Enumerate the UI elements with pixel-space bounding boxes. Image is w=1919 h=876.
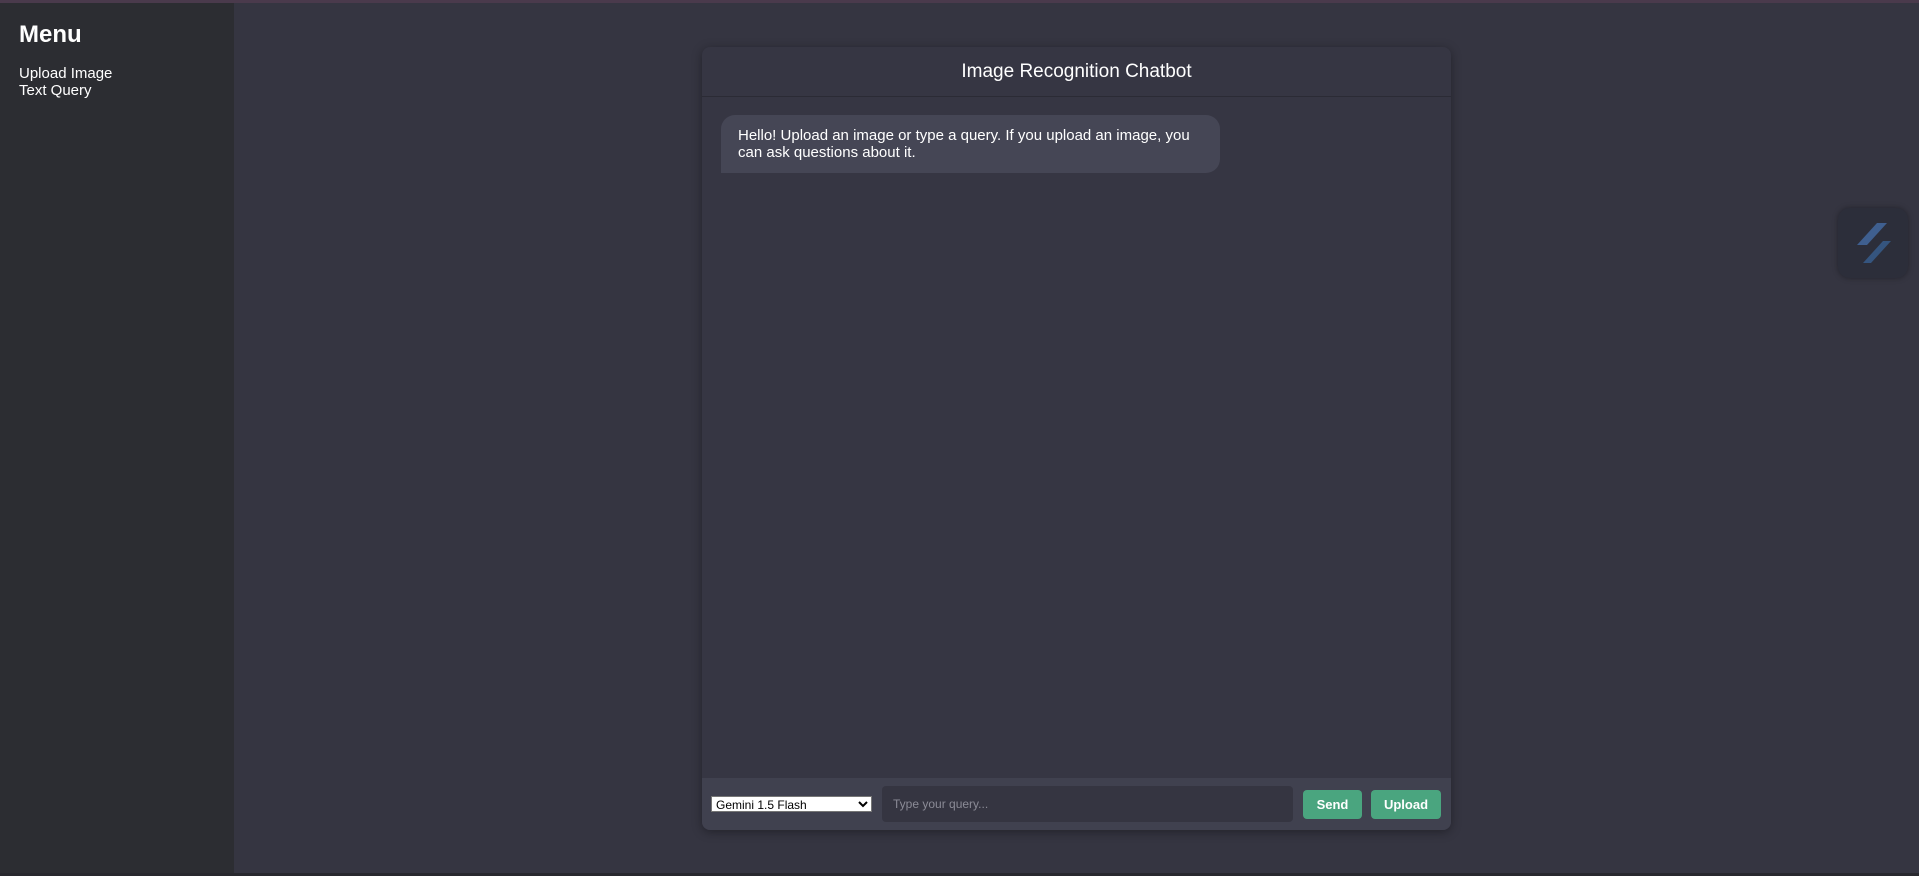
- model-select[interactable]: Gemini 1.5 Flash: [711, 796, 872, 812]
- query-input[interactable]: [882, 786, 1293, 822]
- chat-messages: Hello! Upload an image or type a query. …: [702, 97, 1451, 778]
- sidebar-item-upload-image[interactable]: Upload Image: [19, 65, 215, 82]
- send-button[interactable]: Send: [1303, 789, 1362, 819]
- chat-input-bar: Gemini 1.5 Flash Send Upload: [702, 778, 1451, 830]
- bot-message: Hello! Upload an image or type a query. …: [721, 115, 1220, 173]
- sidebar-item-text-query[interactable]: Text Query: [19, 82, 215, 99]
- sidebar-title: Menu: [19, 21, 82, 48]
- upload-button[interactable]: Upload: [1371, 789, 1441, 819]
- page: Menu Upload Image Text Query Image Recog…: [0, 0, 1919, 876]
- sidebar: Menu Upload Image Text Query: [0, 3, 234, 873]
- chat-title: Image Recognition Chatbot: [702, 47, 1451, 97]
- chat-window: Image Recognition Chatbot Hello! Upload …: [702, 47, 1451, 830]
- extension-widget[interactable]: [1838, 208, 1908, 278]
- lightning-stripe-icon: [1857, 223, 1891, 263]
